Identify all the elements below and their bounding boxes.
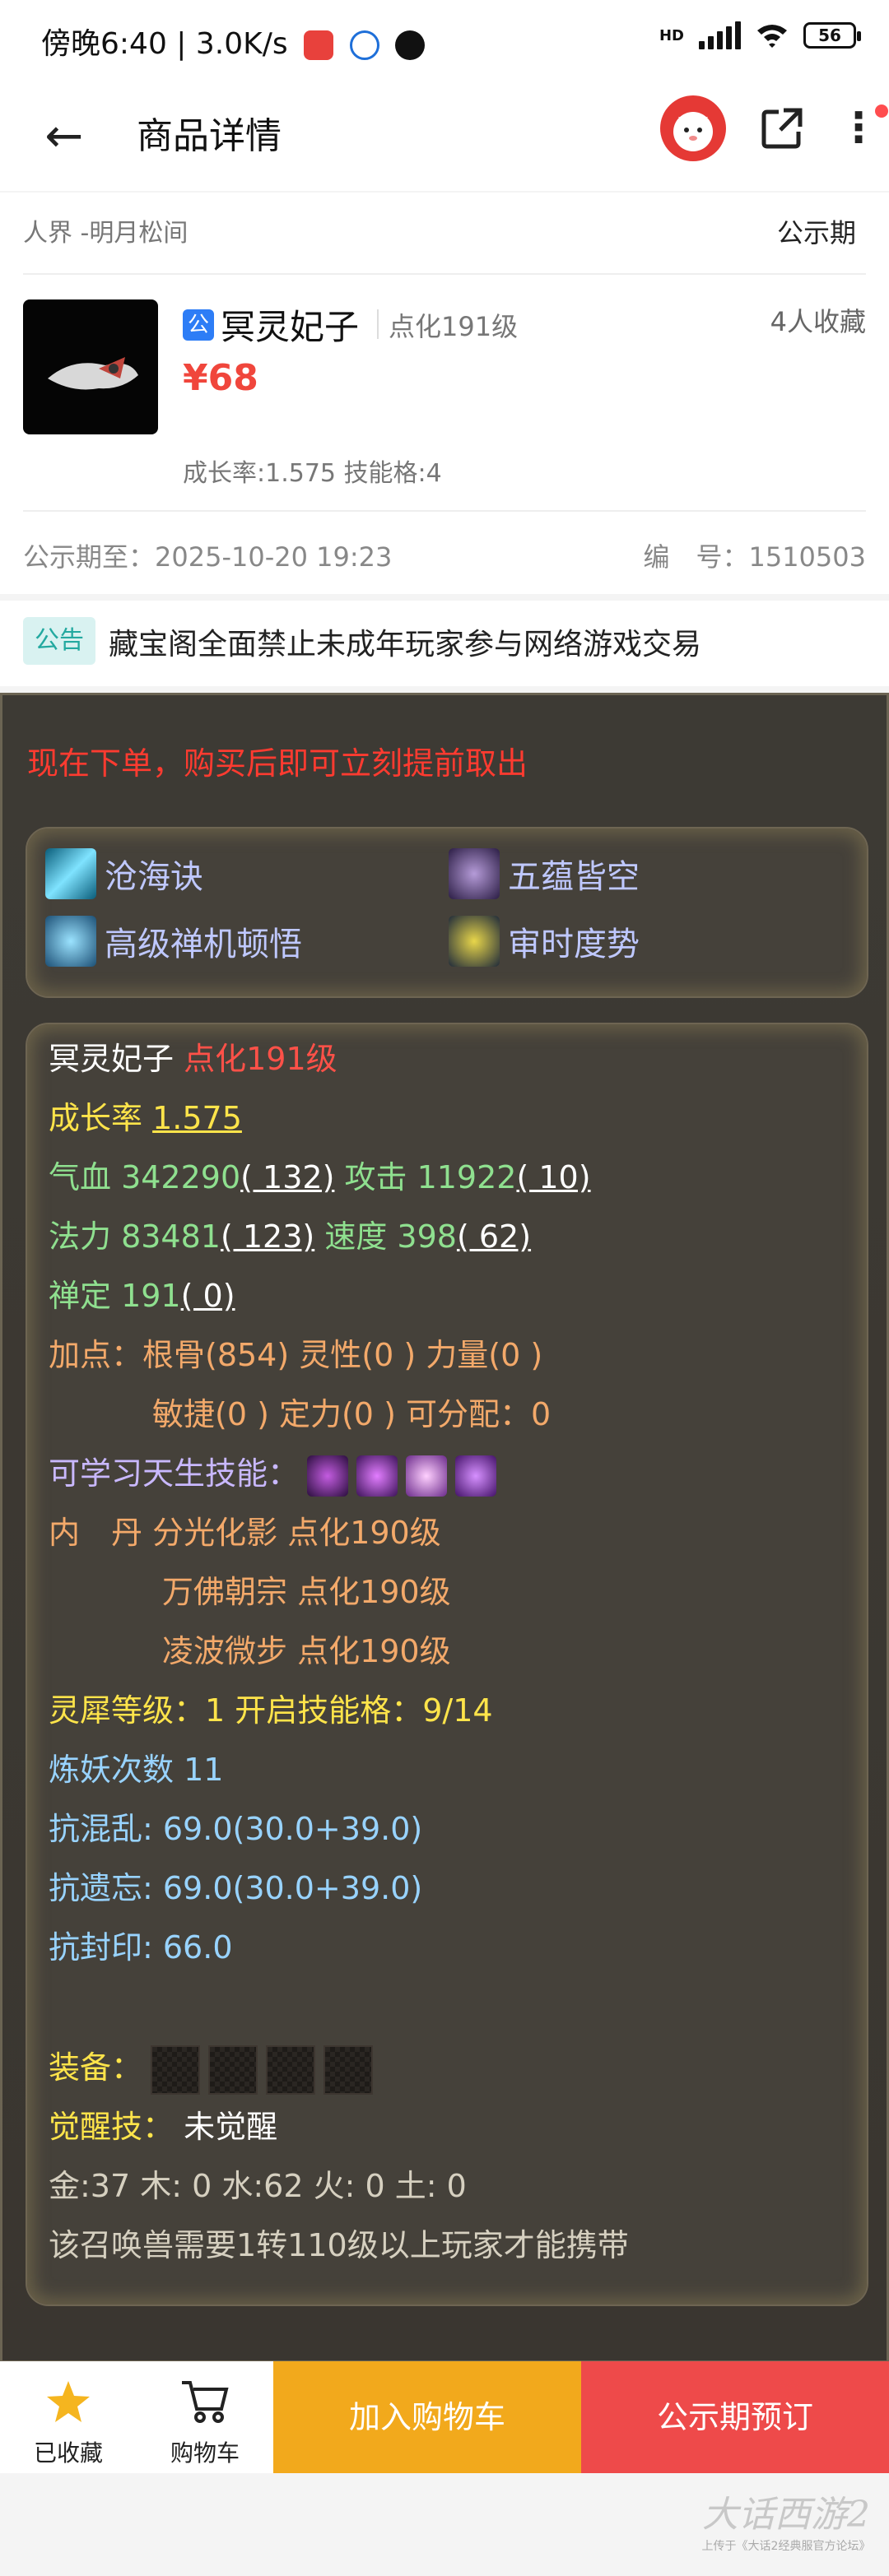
reserve-button[interactable]: 公示期预订 [581, 2361, 889, 2473]
signal-icon [699, 21, 741, 49]
serial-number: 编 号：1510503 [643, 541, 866, 573]
divider [23, 273, 866, 275]
app-header: ← 商品详情 ⋮ [0, 82, 889, 191]
skill-zen-icon [45, 916, 96, 967]
cart-button[interactable]: 购物车 [137, 2361, 273, 2473]
bottom-action-bar: 已收藏 购物车 加入购物车 公示期预订 [0, 2361, 889, 2473]
divider [23, 510, 866, 512]
resistance-line: 抗封印: 66.0 [49, 1929, 233, 1966]
skill-box: 沧海诀 五蕴皆空 高级禅机顿悟 审时度势 [26, 827, 868, 998]
listing-card: 人界 -明月松间 公示期 公 冥灵妃子 点化191级 4人收藏 ¥68 成长率:… [0, 193, 889, 594]
add-to-cart-button[interactable]: 加入购物车 [273, 2361, 581, 2473]
wifi-icon [757, 25, 787, 48]
skill-wave-icon [45, 848, 96, 899]
resistance-line: 抗遗忘: 69.0(30.0+39.0) [49, 1870, 423, 1906]
app-notification-icon [349, 30, 379, 60]
requirement-line: 该召唤兽需要1转110级以上玩家才能携带 [49, 2227, 629, 2263]
more-menu-icon[interactable]: ⋮ [838, 105, 879, 155]
promo-text: 现在下单，购买后即可立刻提前取出 [27, 745, 528, 782]
notification-dot [875, 104, 888, 118]
page-title: 商品详情 [137, 115, 282, 157]
neidan-line: 万佛朝宗 点化190级 [162, 1574, 451, 1610]
favorite-count: 4人收藏 [770, 306, 866, 337]
pet-detail-panel: 现在下单，购买后即可立刻提前取出 沧海诀 五蕴皆空 高级禅机顿悟 审时度势 冥灵… [0, 693, 889, 2363]
skill-icon[interactable] [356, 1455, 398, 1497]
pet-name: 冥灵妃子 [221, 307, 360, 347]
skill-eye-icon [449, 916, 500, 967]
mp-speed-line: 法力 83481( 123) 速度 398( 62) [49, 1218, 532, 1255]
skill-item[interactable]: 高级禅机顿悟 [45, 916, 302, 967]
points-line: 加点：根骨(854) 灵性(0 ) 力量(0 ) [49, 1337, 543, 1373]
battery-icon: 56 [803, 22, 861, 49]
attribute-box: 冥灵妃子 点化191级 成长率 1.575 气血 342290( 132) 攻击… [26, 1023, 868, 2306]
share-icon[interactable] [759, 105, 805, 151]
status-bar: 傍晚6:40 | 3.0K/s HD 56 [0, 0, 889, 82]
back-arrow-icon[interactable]: ← [33, 105, 95, 168]
lingxi-line: 灵犀等级：1 开启技能格：9/14 [49, 1692, 493, 1729]
app-notification-icon [394, 30, 425, 60]
notice-bar[interactable]: 公告 藏宝阁全面禁止未成年玩家参与网络游戏交易 [0, 601, 889, 686]
notice-text: 藏宝阁全面禁止未成年玩家参与网络游戏交易 [109, 628, 702, 661]
equipment-slot[interactable] [151, 2045, 201, 2095]
elements-line: 金:37 木: 0 水:62 火: 0 土: 0 [49, 2168, 467, 2204]
neidan-line: 内 丹 分光化影 点化190级 [49, 1515, 441, 1551]
awaken-line: 觉醒技： 未觉醒 [49, 2109, 278, 2145]
mascot-avatar-icon[interactable] [660, 95, 726, 161]
price: ¥68 [183, 357, 258, 399]
hp-attack-line: 气血 342290( 132) 攻击 11922( 10) [49, 1159, 591, 1195]
growth-skill-summary: 成长率:1.575 技能格:4 [183, 459, 442, 488]
growth-line: 成长率 1.575 [49, 1100, 242, 1136]
app-notification-icon [304, 30, 334, 60]
lianyao-line: 炼妖次数 11 [49, 1752, 224, 1788]
resistance-line: 抗混乱: 69.0(30.0+39.0) [49, 1811, 423, 1847]
name-level-line: 冥灵妃子 点化191级 [49, 1041, 337, 1077]
equipment-slot[interactable] [266, 2045, 316, 2095]
skill-icon[interactable] [455, 1455, 497, 1497]
points-line-2: 敏捷(0 ) 定力(0 ) 可分配：0 [152, 1396, 552, 1432]
skill-item[interactable]: 审时度势 [449, 916, 640, 967]
learnable-skills-line: 可学习天生技能： [49, 1449, 497, 1498]
favorite-button[interactable]: 已收藏 [0, 2361, 137, 2473]
cart-icon [182, 2381, 229, 2423]
skill-icon[interactable] [307, 1455, 349, 1497]
public-until: 公示期至：2025-10-20 19:23 [23, 541, 393, 573]
divider [377, 309, 379, 339]
status-badge: 公示期 [776, 217, 856, 248]
equipment-line: 装备： [49, 2043, 374, 2095]
equipment-slot[interactable] [208, 2045, 258, 2095]
server-name: 人界 -明月松间 [23, 219, 189, 248]
status-indicators: HD 56 [659, 21, 861, 49]
equipment-slot[interactable] [323, 2045, 374, 2095]
neidan-line: 凌波微步 点化190级 [162, 1633, 451, 1669]
public-tag: 公 [183, 309, 214, 341]
star-icon [47, 2381, 90, 2422]
pet-thumbnail[interactable] [23, 299, 158, 434]
pet-level: 点化191级 [389, 311, 519, 342]
forum-watermark: 大话西游2 上传于《大话2经典服官方论坛》 [701, 2494, 871, 2553]
skill-item[interactable]: 五蕴皆空 [449, 848, 640, 899]
skill-item[interactable]: 沧海诀 [45, 848, 203, 899]
notice-tag: 公告 [23, 617, 95, 665]
zen-line: 禅定 191( 0) [49, 1278, 235, 1314]
skill-icon[interactable] [406, 1455, 448, 1497]
hd-icon: HD [659, 26, 684, 44]
skill-void-icon [449, 848, 500, 899]
status-time: 傍晚6:40 | 3.0K/s [41, 20, 425, 63]
